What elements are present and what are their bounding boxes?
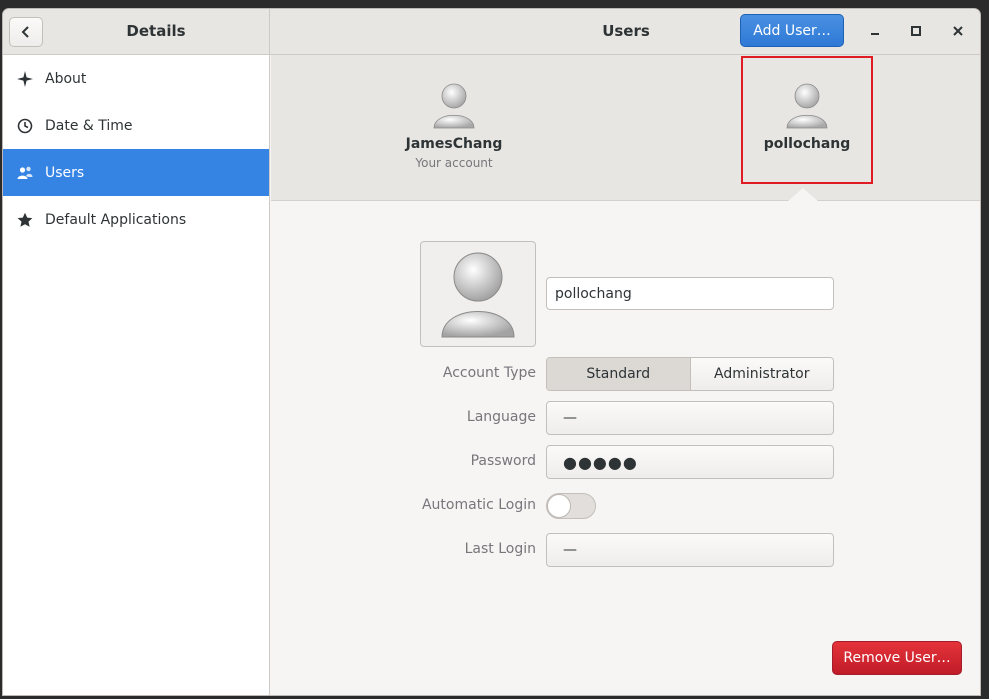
sidebar-item-label: Default Applications <box>45 211 187 228</box>
sidebar-item-date-time[interactable]: Date & Time <box>3 102 269 149</box>
minimize-button[interactable] <box>863 19 887 43</box>
switch-knob <box>547 494 571 518</box>
language-value: — <box>563 410 577 426</box>
user-list-strip: JamesChang Your account pollochang <box>271 55 980 202</box>
sidebar-item-users[interactable]: Users <box>3 149 269 196</box>
maximize-button[interactable] <box>904 19 928 43</box>
sidebar-item-label: Users <box>45 164 85 181</box>
selection-pointer <box>787 188 819 202</box>
sidebar-item-default-applications[interactable]: Default Applications <box>3 196 269 243</box>
password-button[interactable]: ●●●●● <box>546 445 834 479</box>
account-type-standard-button[interactable]: Standard <box>547 358 690 390</box>
user-avatar-icon <box>786 83 828 129</box>
language-button[interactable]: — <box>546 401 834 435</box>
account-type-administrator-button[interactable]: Administrator <box>689 358 833 390</box>
users-icon <box>17 165 33 181</box>
user-name: pollochang <box>763 136 851 152</box>
password-value: ●●●●● <box>563 452 638 472</box>
sidebar-item-about[interactable]: About <box>3 55 269 102</box>
add-user-button[interactable]: Add User… <box>740 14 844 47</box>
close-icon <box>953 26 963 36</box>
remove-user-button[interactable]: Remove User… <box>832 641 962 675</box>
user-avatar-icon <box>441 252 515 338</box>
user-card-jameschang[interactable]: JamesChang Your account <box>389 55 519 181</box>
account-type-label: Account Type <box>442 365 536 381</box>
clock-icon <box>17 118 33 134</box>
user-avatar-icon <box>433 83 475 129</box>
settings-window: Details Users Add User… About Date & Tim… <box>2 8 981 696</box>
header-bar: Details Users Add User… <box>3 9 980 55</box>
back-button[interactable] <box>9 17 43 47</box>
user-subtitle: Your account <box>415 156 493 170</box>
close-button[interactable] <box>946 19 970 43</box>
header-left-pane: Details <box>3 9 270 55</box>
automatic-login-switch[interactable] <box>546 493 596 519</box>
user-avatar-button[interactable] <box>420 241 536 347</box>
star-icon <box>17 212 33 228</box>
sparkle-icon <box>17 70 33 87</box>
sidebar: About Date & Time Users Default Applicat… <box>3 55 270 695</box>
minimize-icon <box>871 33 879 35</box>
automatic-login-label: Automatic Login <box>421 497 536 513</box>
sidebar-item-label: Date & Time <box>45 117 133 134</box>
user-name: JamesChang <box>405 136 503 152</box>
sidebar-item-label: About <box>45 70 87 87</box>
last-login-label: Last Login <box>464 541 536 557</box>
account-type-selector: Standard Administrator <box>546 357 834 391</box>
last-login-value: — <box>563 542 577 558</box>
language-label: Language <box>466 409 536 425</box>
last-login-button[interactable]: — <box>546 533 834 567</box>
maximize-icon <box>911 26 921 36</box>
password-label: Password <box>470 453 536 469</box>
username-input[interactable] <box>546 277 834 310</box>
chevron-left-icon <box>21 26 29 38</box>
user-card-pollochang[interactable]: pollochang <box>741 56 873 184</box>
sidebar-title: Details <box>126 22 186 40</box>
